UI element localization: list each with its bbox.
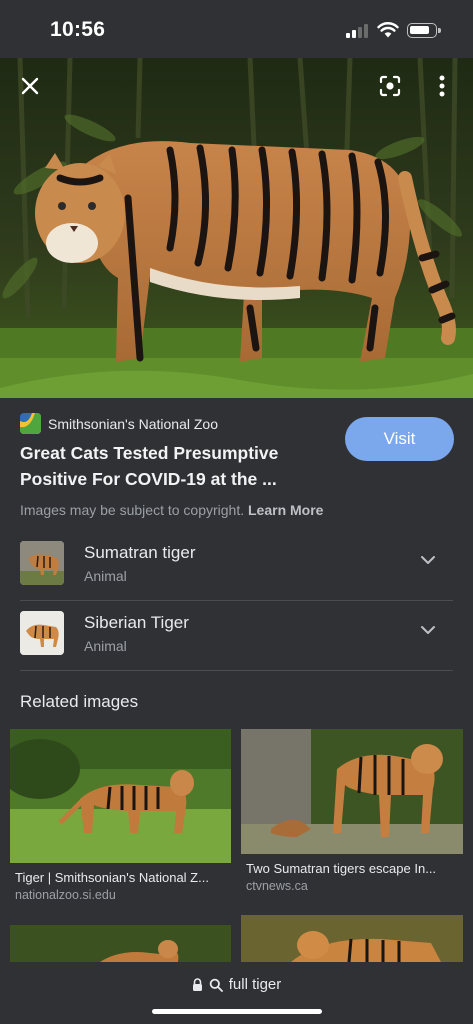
related-image-card[interactable]: Two Sumatran tigers escape In... ctvnews…: [241, 729, 463, 893]
entity-kind: Animal: [84, 568, 127, 584]
clock: 10:56: [50, 18, 106, 41]
entity-sumatran-tiger[interactable]: Sumatran tiger Animal: [0, 530, 473, 600]
related-image: [10, 925, 231, 962]
address-bar[interactable]: full tiger: [0, 976, 473, 993]
related-image: [241, 729, 463, 854]
related-images-heading: Related images: [20, 692, 139, 711]
lens-search-button[interactable]: [370, 66, 410, 106]
chevron-down-icon[interactable]: [418, 620, 438, 640]
related-image-card[interactable]: [10, 925, 231, 962]
result-title[interactable]: Great Cats Tested Presumptive Positive F…: [20, 440, 320, 492]
visit-button[interactable]: Visit: [345, 417, 454, 461]
source-favicon: [20, 413, 41, 434]
status-bar: 10:56: [0, 0, 473, 58]
lens-icon: [379, 75, 401, 97]
related-domain: nationalzoo.si.edu: [15, 888, 116, 902]
cellular-signal-icon: [346, 24, 370, 38]
hero-image[interactable]: [0, 58, 473, 398]
home-indicator: [152, 1009, 322, 1014]
wifi-icon: [377, 22, 399, 38]
chevron-down-icon[interactable]: [418, 550, 438, 570]
browser-bottom-bar: full tiger: [0, 962, 473, 1024]
close-button[interactable]: [10, 66, 50, 106]
divider: [20, 670, 453, 671]
copyright-notice: Images may be subject to copyright. Lear…: [20, 502, 323, 518]
source-name: Smithsonian's National Zoo: [48, 415, 218, 432]
more-vertical-icon: [439, 75, 445, 97]
battery-icon: [407, 23, 441, 38]
entity-kind: Animal: [84, 638, 127, 654]
related-image: [241, 915, 463, 962]
search-icon: [209, 978, 223, 992]
entity-thumbnail: [20, 541, 64, 585]
related-caption: Tiger | Smithsonian's National Z...: [15, 870, 209, 885]
source-row[interactable]: Smithsonian's National Zoo: [20, 413, 218, 434]
entity-thumbnail: [20, 611, 64, 655]
lock-icon: [192, 978, 202, 991]
entity-name: Siberian Tiger: [84, 613, 189, 632]
related-image: [10, 729, 231, 863]
related-domain: ctvnews.ca: [246, 879, 308, 893]
close-icon: [21, 77, 39, 95]
more-options-button[interactable]: [422, 66, 462, 106]
learn-more-link[interactable]: Learn More: [248, 502, 323, 518]
entity-name: Sumatran tiger: [84, 543, 196, 562]
related-caption: Two Sumatran tigers escape In...: [246, 861, 437, 876]
related-image-card[interactable]: [241, 915, 463, 962]
entity-siberian-tiger[interactable]: Siberian Tiger Animal: [0, 600, 473, 670]
related-image-card[interactable]: Tiger | Smithsonian's National Z... nati…: [10, 729, 231, 902]
copyright-text: Images may be subject to copyright.: [20, 502, 245, 518]
address-query: full tiger: [228, 976, 282, 993]
